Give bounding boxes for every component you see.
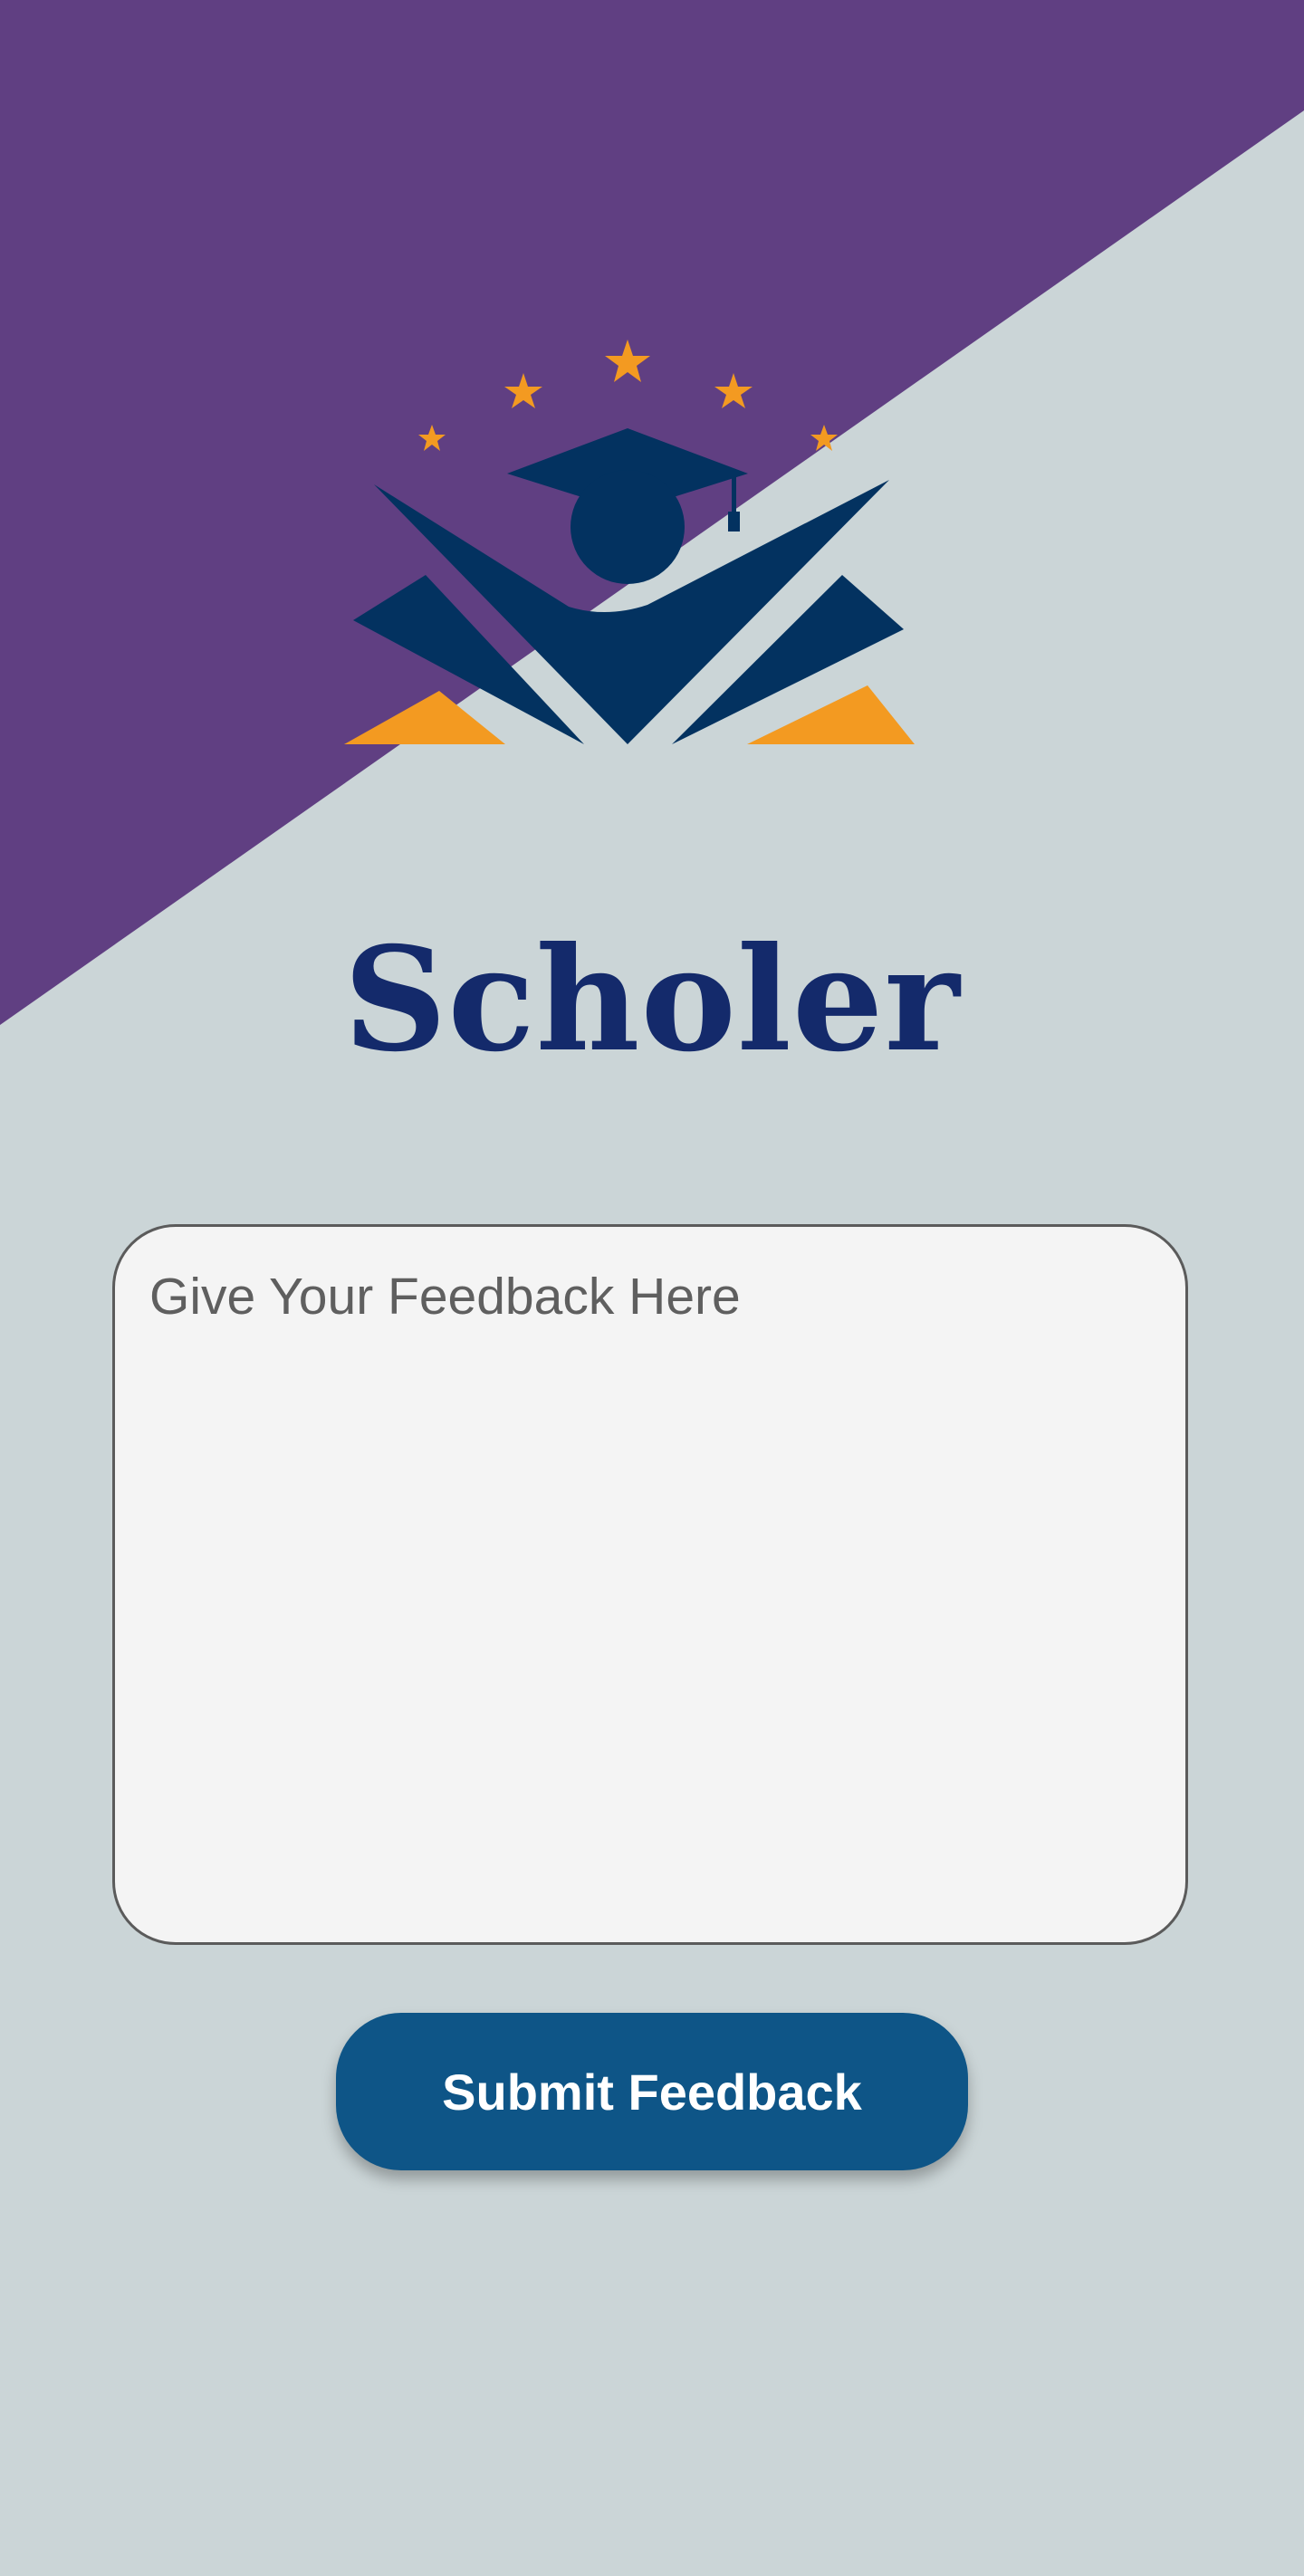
left-book-page-icon [344,691,505,744]
head-icon [570,470,685,584]
scholer-logo-icon [344,340,915,744]
submit-feedback-button[interactable]: Submit Feedback [336,2013,968,2170]
feedback-input[interactable] [112,1224,1188,1945]
app-title: Scholer [343,915,961,1084]
